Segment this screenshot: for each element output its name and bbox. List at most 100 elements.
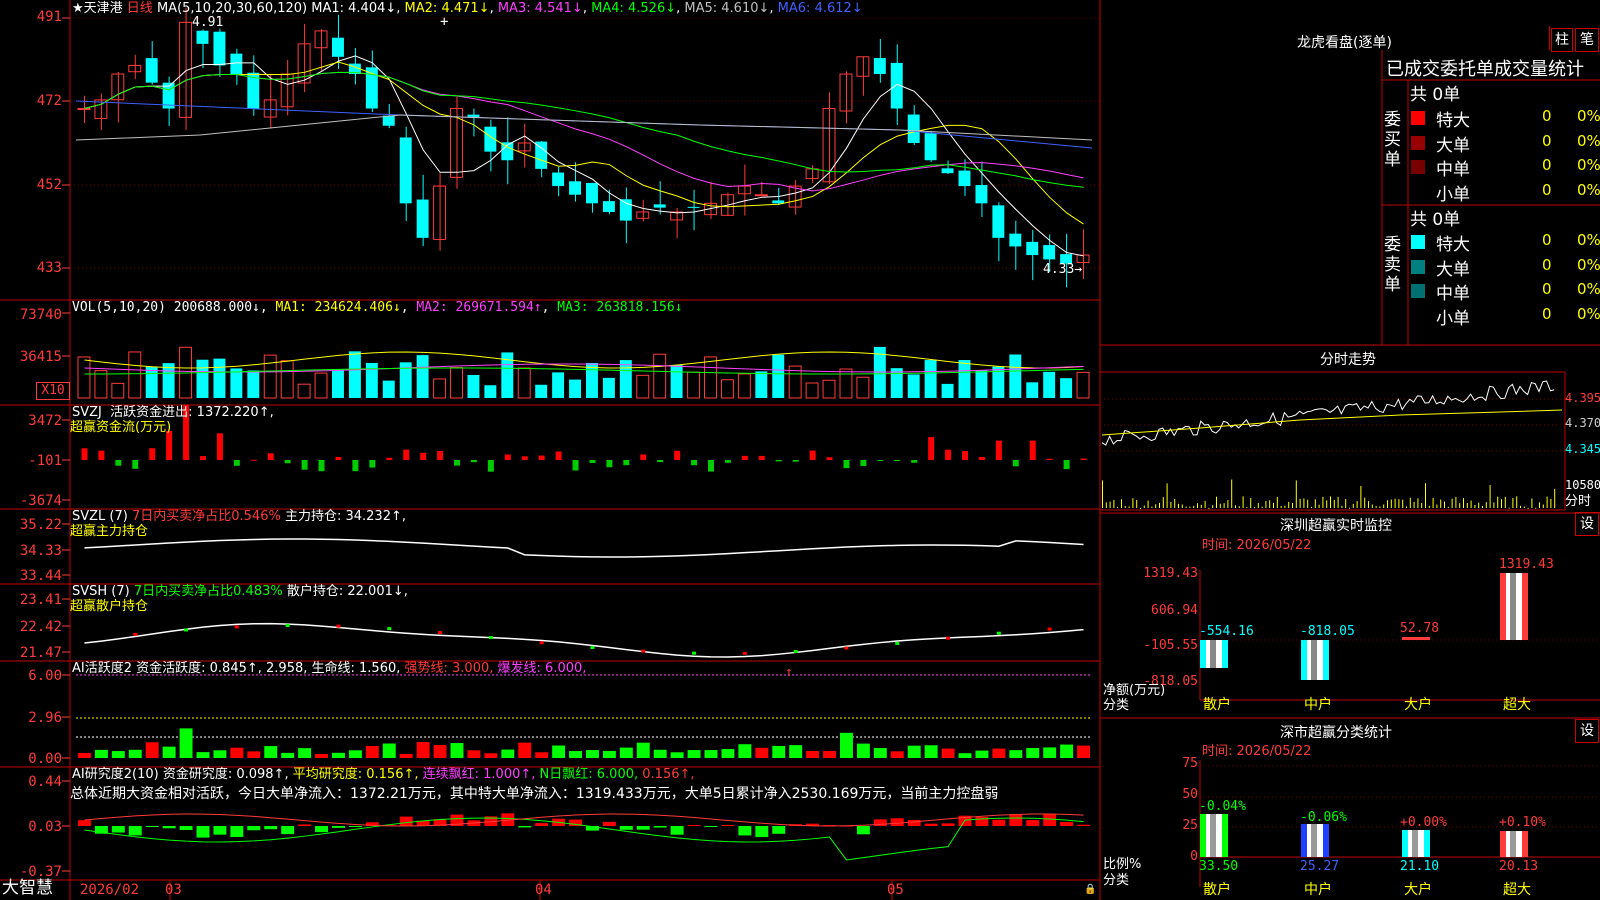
flow-bar-positive [674,450,681,460]
flow-bar-positive [335,457,342,460]
volume-bar-up [433,378,447,399]
flow-bar-positive [995,440,1002,460]
stats-delta: +0.10% [1499,815,1546,830]
ma2-value: MA2: 4.471↓ [404,1,490,16]
marker [692,651,697,655]
intraday-vol [1322,496,1324,508]
bar-edge [1500,831,1506,857]
research-bar [535,823,549,826]
axis-label: 0.03 [28,819,62,835]
flow-bar-positive [928,437,935,460]
stats-value: 20.13 [1499,859,1539,874]
intraday-vol [1166,483,1168,508]
row-value: 0 [1542,231,1552,249]
intraday-vol [1303,498,1305,508]
stats-delta: +0.00% [1400,815,1447,830]
char: 委 [1384,235,1401,255]
intraday-vol [1295,480,1297,508]
bar-edge [1522,573,1528,640]
intraday-vol [1193,505,1195,508]
intraday-tab[interactable]: 分时 [1565,494,1591,509]
intraday-vol [1307,499,1309,508]
stock-name[interactable]: ★天津港 [72,1,123,16]
monitor-settings-button[interactable]: 设 [1575,512,1599,536]
activity-bar [907,745,921,758]
lock-icon[interactable]: 🔒 [1084,884,1096,895]
intraday-vol [1292,503,1293,508]
marker [387,627,392,631]
row-percent: 0% [1577,156,1600,174]
monitor-value: 52.78 [1400,621,1440,636]
activity-bar [602,750,616,758]
research-bar [755,826,769,838]
research-bar [1009,814,1023,826]
svsh-net-ratio: 7日内买卖净占比0.483% [133,584,283,599]
marker [488,636,493,640]
research-bar [602,821,616,826]
char: 单 [1384,275,1401,295]
candle-down [1009,233,1022,247]
flow-bar-positive [81,448,88,460]
ai-active-strong-line: 强势线: 3.000, [404,661,494,676]
research-bar [907,819,921,826]
bar-edge [1301,824,1307,857]
flow-bar-positive [538,455,545,460]
flow-bar-positive [809,450,816,460]
intraday-vol [1162,497,1164,508]
stats-axis: 25 [1182,818,1198,833]
activity-bar [484,753,498,758]
price-label: 472 [36,93,62,109]
stats-time: 时间: 2026/05/22 [1202,744,1312,759]
flow-bar-positive [166,430,173,460]
intraday-vol [1504,496,1506,508]
flow-bar-negative [894,460,901,461]
intraday-vol [1105,502,1107,508]
stats-settings-button[interactable]: 设 [1575,719,1599,743]
research-bar [772,826,786,834]
intraday-vol [1428,505,1430,508]
candle-down [535,141,548,169]
period-label[interactable]: 日线 [127,1,153,16]
intraday-vol [1546,496,1548,508]
research-bar [1077,824,1090,826]
volume-bar-down [755,371,768,398]
flow-bar-negative [352,460,359,472]
flow-bar-positive [640,454,647,460]
row-name: 特大 [1436,111,1470,131]
research-bar [264,826,278,830]
intraday-vol [1516,496,1518,508]
date-label: 2026/02 [80,882,140,898]
row-percent: 0% [1577,280,1600,298]
intraday-vol [1447,506,1449,508]
axis-label: 0.44 [28,774,62,790]
ma5-value: MA5: 4.610↓ [684,1,770,16]
intraday-vol [1254,507,1255,509]
sell-total: 共 0单 [1410,210,1461,230]
row-name: 中单 [1436,284,1470,304]
chart-canvas[interactable]: +↑ [0,0,1600,900]
flow-bar-positive [149,448,156,460]
intraday-vol [1257,502,1259,508]
intraday-vol [1375,506,1377,508]
volume-bar-up [297,383,311,399]
intraday-vol [1554,488,1556,508]
row-name: 大单 [1436,259,1470,280]
flow-bar-negative [589,460,596,463]
pen-view-button[interactable]: 笔 [1575,28,1599,52]
swatch [1411,111,1425,125]
intraday-vol [1466,502,1468,508]
intraday-vol [1497,496,1499,508]
volume-bar-down [1060,378,1073,398]
bar-view-button[interactable]: 柱 [1551,28,1573,52]
stats-delta: -0.06% [1300,810,1347,825]
axis-label: 6.00 [28,668,62,684]
monitor-category: 散户 [1203,697,1231,713]
main-holding-line [84,538,1084,558]
volume-bar-down [467,374,480,398]
activity-bar [1009,750,1023,758]
intraday-vol [1189,506,1191,508]
candle-down [924,133,937,161]
vol-label: 73740 [19,307,62,323]
research-bar [636,826,650,830]
intraday-price: 4.370 [1565,416,1600,430]
